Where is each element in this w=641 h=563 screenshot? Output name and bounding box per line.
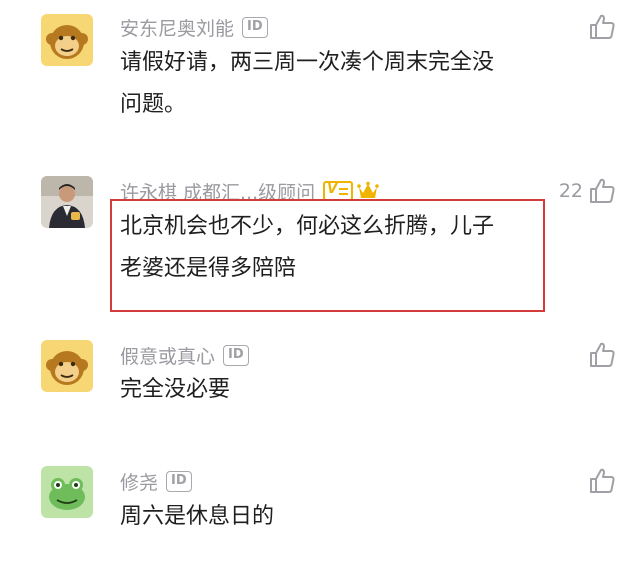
thumbs-up-icon: [590, 342, 615, 367]
id-badge: ID: [166, 470, 192, 492]
verified-badge-label: V: [327, 182, 338, 197]
thumbs-up-icon: [590, 468, 615, 493]
person-photo-avatar[interactable]: [41, 176, 93, 228]
comment-text-line: 问题。: [120, 92, 187, 117]
comment-text: 周六是休息日的: [120, 496, 550, 538]
comment-text-line: 周六是休息日的: [120, 504, 275, 529]
comment-text: 请假好请，两三周一次凑个周末完全没 问题。: [120, 42, 550, 126]
comment-text: 北京机会也不少，何必这么折腾，儿子 老婆还是得多陪陪: [120, 206, 550, 290]
like-button[interactable]: [587, 340, 617, 370]
comment-text-line: 北京机会也不少，何必这么折腾，儿子: [120, 214, 495, 239]
comment-author[interactable]: 假意或真心: [120, 342, 215, 369]
like-button[interactable]: [587, 12, 617, 42]
crown-icon: [357, 181, 379, 198]
comment-text-line: 请假好请，两三周一次凑个周末完全没: [120, 50, 495, 75]
frog-avatar-icon[interactable]: [41, 466, 93, 518]
comment-text-line: 老婆还是得多陪陪: [120, 256, 297, 281]
like-count: 22: [558, 180, 583, 202]
verified-badge-icon: V: [323, 181, 354, 201]
comment-text-line: 完全没必要: [120, 377, 231, 402]
id-badge: ID: [223, 344, 249, 366]
like-button[interactable]: 22: [559, 176, 617, 206]
comment-text: 完全没必要: [120, 369, 550, 411]
comment-author[interactable]: 安东尼奥刘能: [120, 14, 234, 41]
id-badge: ID: [242, 16, 268, 38]
monkey-avatar-icon[interactable]: [41, 14, 93, 66]
thumbs-up-icon: [590, 14, 615, 39]
monkey-avatar-icon[interactable]: [41, 340, 93, 392]
like-button[interactable]: [587, 466, 617, 496]
thumbs-up-icon: [590, 178, 615, 203]
comment-author[interactable]: 修尧: [120, 468, 158, 495]
